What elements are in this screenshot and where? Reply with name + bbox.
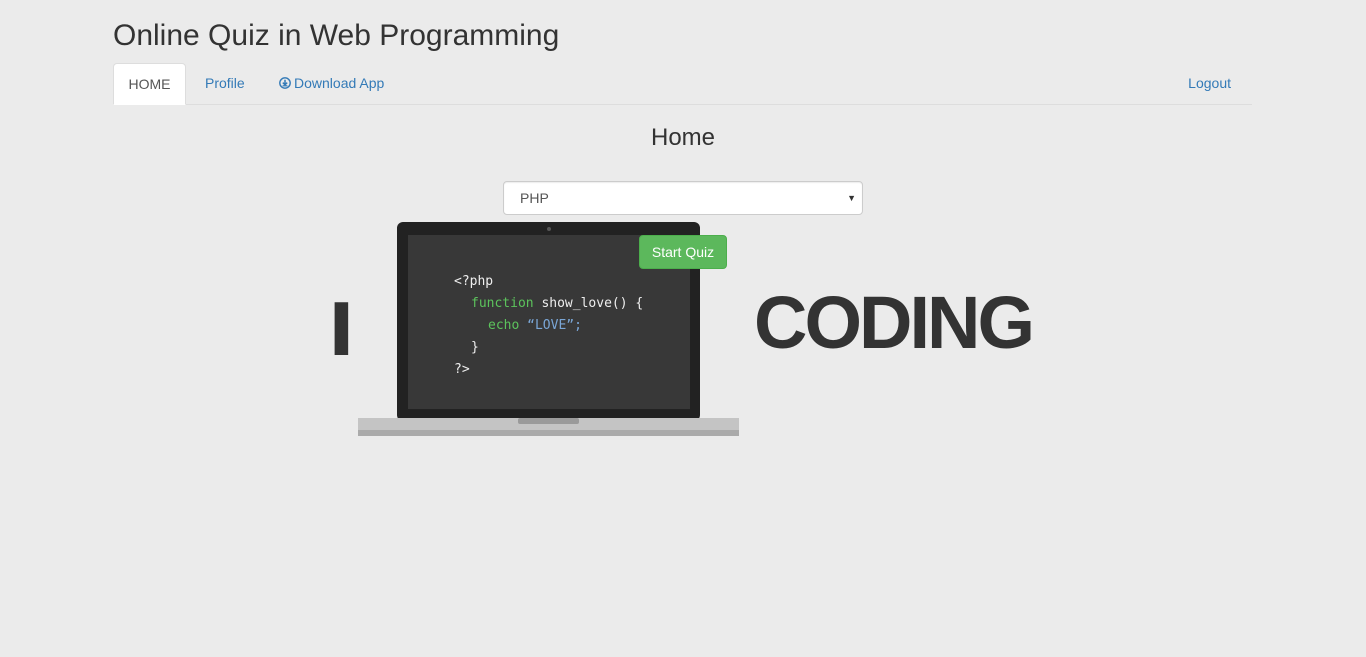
subject-select-value: PHP: [520, 190, 549, 206]
subject-select[interactable]: PHP ▼: [503, 181, 863, 215]
code-string-love: “LOVE”;: [519, 318, 582, 333]
banner-word-coding: CODING: [754, 281, 1032, 364]
page-title: Home: [650, 124, 716, 151]
tab-download-app[interactable]: Download App: [279, 63, 384, 104]
tab-download-app-label: Download App: [294, 75, 385, 91]
code-line-open-tag: <?php: [454, 274, 493, 289]
chevron-down-icon: ▼: [847, 193, 856, 203]
code-keyword-echo: echo: [488, 318, 519, 333]
laptop-notch: [518, 418, 579, 424]
logout-link[interactable]: Logout: [1188, 63, 1231, 104]
code-line-close-brace: }: [471, 340, 479, 355]
laptop-camera: [547, 227, 551, 231]
download-circle-icon: [279, 77, 291, 89]
laptop-base-shadow: [358, 430, 739, 436]
code-function-name: show_love() {: [534, 296, 644, 311]
banner-word-i: I: [328, 288, 355, 372]
nav-tabs: HOME Profile Download App Logout: [113, 63, 1252, 105]
tab-profile[interactable]: Profile: [205, 63, 245, 104]
code-line-echo: echo “LOVE”;: [488, 318, 582, 333]
site-title: Online Quiz in Web Programming: [113, 19, 560, 52]
code-line-close-tag: ?>: [454, 362, 470, 377]
tab-home[interactable]: HOME: [113, 63, 186, 105]
start-quiz-button[interactable]: Start Quiz: [639, 235, 727, 269]
code-keyword-function: function: [471, 296, 534, 311]
code-line-function: function show_love() {: [471, 296, 643, 311]
